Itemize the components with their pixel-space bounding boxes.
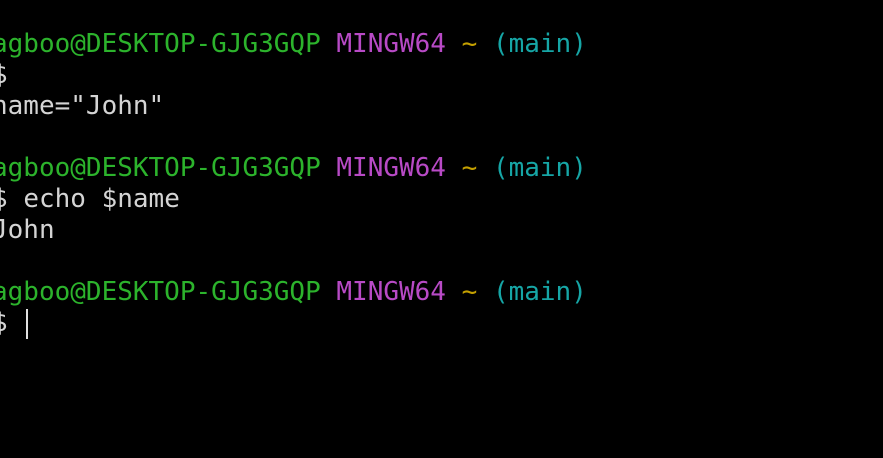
prompt-path: ~	[461, 29, 478, 59]
prompt-system: MINGW64	[336, 153, 446, 183]
prompt-branch: (main)	[492, 29, 587, 59]
prompt-branch: (main)	[492, 277, 587, 307]
command-text: echo $name	[23, 184, 180, 214]
prompt-branch: (main)	[492, 153, 587, 183]
prompt-line: agboo@DESKTOP-GJG3GQP MINGW64 ~ (main)	[0, 29, 587, 60]
output-line: John	[0, 215, 55, 245]
output-line: name="John"	[0, 91, 165, 121]
command-input-line[interactable]: $	[0, 308, 29, 339]
prompt-symbol: $	[0, 308, 8, 338]
prompt-line: agboo@DESKTOP-GJG3GQP MINGW64 ~ (main)	[0, 153, 587, 184]
prompt-path: ~	[461, 277, 478, 307]
prompt-symbol: $	[0, 184, 8, 214]
prompt-symbol: $	[0, 60, 8, 90]
command-line: $	[0, 60, 23, 91]
text-cursor	[26, 308, 29, 339]
prompt-system: MINGW64	[336, 29, 446, 59]
prompt-user-host: agboo@DESKTOP-GJG3GQP	[0, 29, 321, 59]
terminal-window[interactable]: agboo@DESKTOP-GJG3GQP MINGW64 ~ (main) $…	[0, 0, 883, 458]
command-line: $ echo $name	[0, 184, 180, 215]
prompt-user-host: agboo@DESKTOP-GJG3GQP	[0, 153, 321, 183]
prompt-system: MINGW64	[336, 277, 446, 307]
prompt-line: agboo@DESKTOP-GJG3GQP MINGW64 ~ (main)	[0, 277, 587, 308]
prompt-user-host: agboo@DESKTOP-GJG3GQP	[0, 277, 321, 307]
prompt-path: ~	[461, 153, 478, 183]
